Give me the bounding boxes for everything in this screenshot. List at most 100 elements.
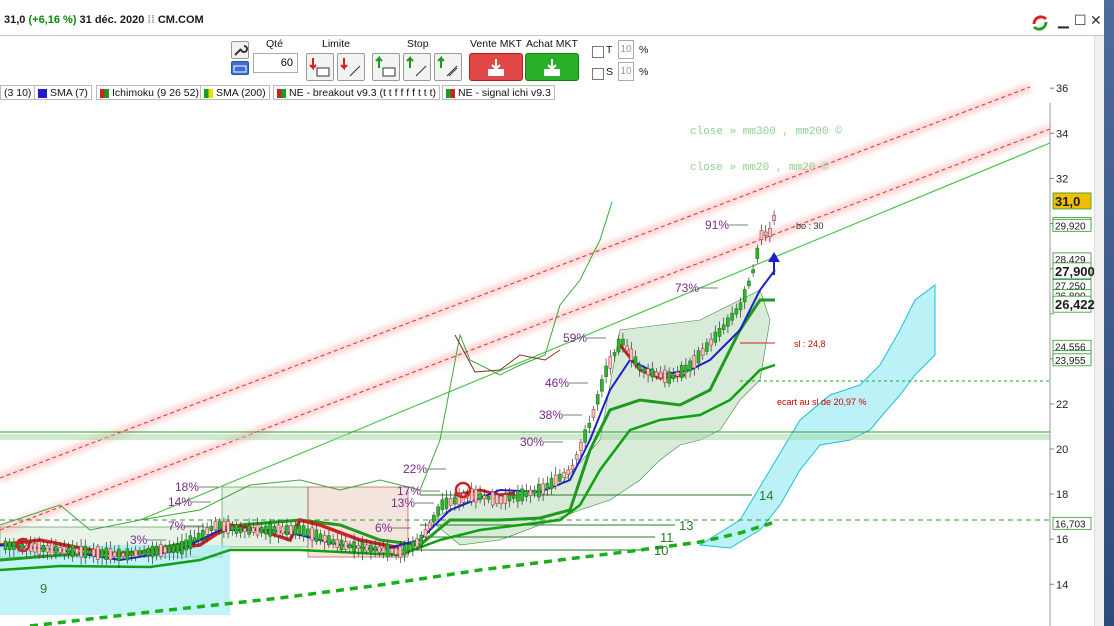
candle-body [129,551,134,556]
candle-body [339,539,344,551]
candle-body [738,302,743,311]
candle-body [142,550,146,555]
candle-body [280,526,285,534]
candle-body [415,538,419,547]
candle-body [427,522,432,529]
candle-body [709,338,713,346]
candle-body [297,525,302,535]
candle-body [478,492,482,501]
candle-body [406,544,411,551]
mm20-signal-text: close » mm20 , mm20 © [690,162,829,174]
candle-body [12,542,16,550]
candle-body [381,546,386,553]
candle-body [772,214,776,221]
candle-body [558,473,562,482]
candle-body [175,544,180,553]
candle-body [163,546,167,554]
y-tick-label: 22 [1056,399,1068,411]
candle-body [289,525,293,535]
candle-body [180,541,184,555]
candle-body [474,489,478,503]
candle-body [58,546,62,553]
candle-body [230,525,235,531]
candle-body [301,525,306,537]
candle-body [482,495,487,499]
percent-label: 22% [403,462,427,476]
count-label: 13 [679,518,693,533]
candle-body [616,338,621,353]
candle-body [41,545,46,552]
count-label: 10 [654,543,668,558]
candle-body [348,543,352,549]
candle-body [721,324,726,330]
candle-body [87,550,92,555]
candle-body [234,524,239,534]
y-tick-label: 18 [1056,489,1068,501]
candle-body [574,454,579,460]
candle-body [20,544,25,550]
candle-body [520,488,524,502]
candle-body [54,545,58,554]
candle-body [654,371,659,377]
candle-body [45,545,50,553]
candle-body [696,350,701,364]
candle-body [637,364,642,370]
candle-body [629,348,634,361]
gap-to-stop-text: ecart au sl de 20,97 % [777,397,867,407]
candle-body [688,360,692,372]
candle-body [528,489,533,496]
candle-body [541,483,545,495]
percent-label: 18% [175,480,199,494]
candle-body [188,535,193,549]
candle-body [763,231,768,236]
candle-body [684,364,688,373]
candle-body [532,489,537,494]
candle-body [700,348,705,356]
y-tick-label: 14 [1056,579,1068,591]
candle-body [751,269,755,274]
candle-body [549,477,554,489]
candle-body [663,369,667,383]
candle-body [7,541,12,551]
candle-body [692,355,697,369]
candle-body [591,409,596,418]
candle-body [70,544,75,557]
candle-body [91,548,96,557]
breakout-text: bo : 30 [796,221,824,231]
candle-body [562,471,566,478]
mm300-signal-text: close » mm300 , mm200 © [690,126,842,138]
candle-body [150,545,155,557]
candle-body [146,547,151,556]
candle-body [713,331,718,343]
percent-label: 59% [563,331,587,345]
candle-body [646,368,650,376]
candle-body [360,541,365,554]
candle-body [507,494,512,502]
y-tick-label: 36 [1056,83,1068,95]
candle-body [285,525,289,535]
price-tags: 31,030,029,92028,42927,90027,25026,80026… [1052,192,1095,530]
candle-body [490,491,495,506]
candle-body [192,537,197,542]
candle-body [167,545,172,554]
candle-body [495,494,499,504]
candle-body [608,356,613,369]
candle-body [604,365,608,377]
candle-body [583,429,587,443]
candle-body [37,541,41,555]
percent-label: 13% [391,496,415,510]
candle-body [293,525,298,535]
candle-body [385,543,390,557]
candle-body [671,374,676,380]
candle-body [343,541,348,550]
candle-body [642,368,646,373]
candle-body [125,548,130,561]
y-tick-label: 34 [1056,128,1068,140]
candle-body [667,371,671,384]
percent-label: 3% [130,533,148,547]
y-tick-label: 32 [1056,173,1068,185]
candle-body [335,539,340,548]
candle-body [255,524,260,536]
price-chart[interactable]: 14 16 18 20 22 32 34 36 31,030,029,92028,42927,… [0,0,1114,626]
candle-body [633,356,638,366]
